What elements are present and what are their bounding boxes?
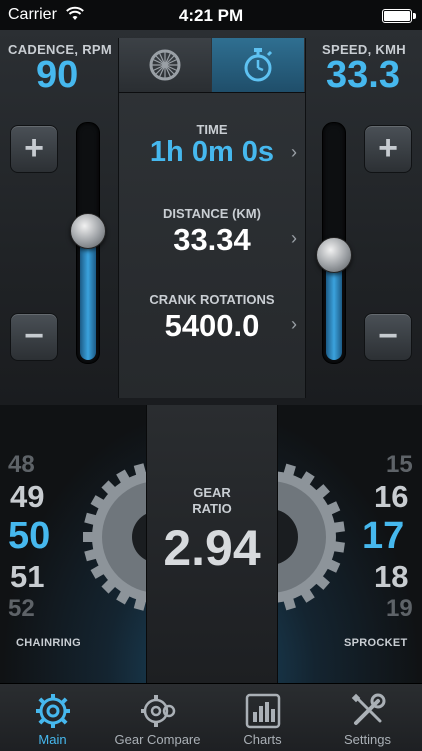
tab-stopwatch[interactable] xyxy=(212,38,304,92)
chainring-number[interactable]: 52 xyxy=(8,595,35,623)
tab-charts-label: Charts xyxy=(243,732,282,747)
tab-bar: Main Gear Compare Charts Settings xyxy=(0,683,422,751)
cadence-value: 90 xyxy=(36,54,79,96)
time-chevron-icon[interactable]: › xyxy=(291,142,297,163)
gear-ratio-panel: GEAR RATIO 2.94 xyxy=(146,405,278,683)
tab-gear-compare[interactable]: Gear Compare xyxy=(105,684,210,751)
mode-tabs xyxy=(119,38,305,93)
sprocket-number[interactable]: 16 xyxy=(374,479,408,515)
cadence-slider-fill xyxy=(80,231,96,360)
sprocket-number[interactable]: 15 xyxy=(386,451,413,479)
speed-value: 33.3 xyxy=(326,54,400,96)
distance-value[interactable]: 33.34 xyxy=(119,222,305,258)
crank-label: CRANK ROTATIONS xyxy=(149,292,275,307)
tab-charts[interactable]: Charts xyxy=(210,684,315,751)
stats-panel: TIME 1h 0m 0s › DISTANCE (KM) 33.34 › CR… xyxy=(118,38,306,398)
status-bar: Carrier 4:21 PM xyxy=(0,0,422,30)
tab-settings[interactable]: Settings xyxy=(315,684,420,751)
cadence-increase-button[interactable]: + xyxy=(10,125,58,173)
sprocket-number-selected[interactable]: 17 xyxy=(362,515,404,558)
gear-ratio-value: 2.94 xyxy=(163,520,261,576)
tab-bike[interactable] xyxy=(119,38,211,92)
sprocket-number[interactable]: 18 xyxy=(374,559,408,595)
sprocket-label: SPROCKET xyxy=(344,637,408,649)
chainring-number[interactable]: 51 xyxy=(10,559,44,595)
crank-value[interactable]: 5400.0 xyxy=(119,308,305,344)
status-time: 4:21 PM xyxy=(178,6,244,25)
sprocket-number[interactable]: 19 xyxy=(386,595,413,623)
cadence-decrease-button[interactable]: − xyxy=(10,313,58,361)
chainring-label: CHAINRING xyxy=(16,637,82,649)
speed-decrease-button[interactable]: − xyxy=(364,313,412,361)
speed-slider-knob[interactable] xyxy=(316,237,352,273)
stopwatch-icon xyxy=(244,48,273,82)
distance-label: DISTANCE (KM) xyxy=(163,206,261,221)
gear-icon xyxy=(36,694,70,728)
tab-main[interactable]: Main xyxy=(0,684,105,751)
bike-wheel-icon xyxy=(149,49,181,81)
tab-main-label: Main xyxy=(38,732,67,747)
chainring-number[interactable]: 48 xyxy=(8,451,35,479)
speed-increase-button[interactable]: + xyxy=(364,125,412,173)
time-value[interactable]: 1h 0m 0s xyxy=(119,136,305,169)
gear-compare-icon xyxy=(141,695,176,727)
time-label: TIME xyxy=(196,122,228,137)
tab-settings-label: Settings xyxy=(344,732,391,747)
cadence-slider-knob[interactable] xyxy=(70,213,106,249)
gear-ratio-label-line2: RATIO xyxy=(192,501,232,516)
chainring-number-selected[interactable]: 50 xyxy=(8,515,50,558)
distance-chevron-icon[interactable]: › xyxy=(291,228,297,249)
chart-icon xyxy=(245,693,281,729)
crank-chevron-icon[interactable]: › xyxy=(291,314,297,335)
sprocket-gear-icon[interactable] xyxy=(270,445,360,625)
battery-icon xyxy=(382,9,416,23)
chainring-number[interactable]: 49 xyxy=(10,479,44,515)
gear-panel: 48 49 50 51 52 CHAINRING 15 16 17 18 19 … xyxy=(0,405,422,683)
wrench-screwdriver-icon xyxy=(351,693,386,725)
gear-ratio-label-line1: GEAR xyxy=(193,485,231,500)
tab-gear-compare-label: Gear Compare xyxy=(114,732,201,747)
